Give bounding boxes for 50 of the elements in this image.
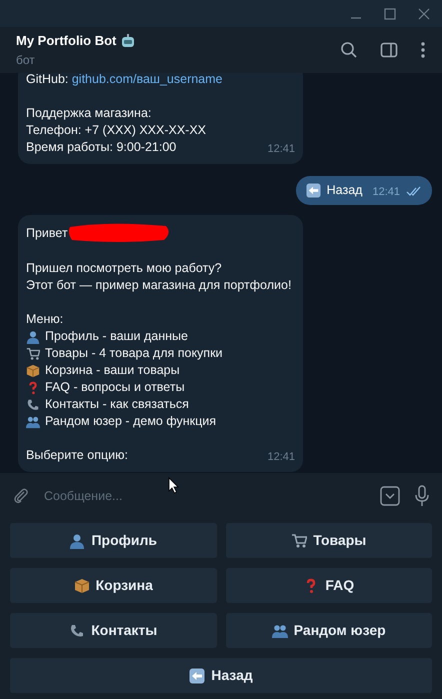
keyboard-button[interactable]: FAQ	[226, 568, 432, 603]
message-time: 12:41	[267, 450, 295, 465]
keyboard-button[interactable]: Корзина	[10, 568, 216, 603]
chat-title: My Portfolio Bot	[16, 32, 116, 50]
greeting-text: Привет	[26, 224, 68, 242]
menu-heading: Меню:	[26, 311, 64, 328]
cursor-icon	[168, 477, 179, 494]
keyboard-button[interactable]: Назад	[10, 658, 432, 693]
message-line: Этот бот — пример магазина для портфолио!	[26, 277, 292, 294]
keyboard-button[interactable]: Контакты	[10, 613, 216, 648]
sidebar-toggle-icon[interactable]	[380, 41, 398, 59]
message-line: Время работы: 9:00-21:00	[26, 139, 176, 156]
menu-line: FAQ - вопросы и ответы	[45, 379, 185, 396]
robot-icon	[121, 34, 136, 48]
message-line: Поддержка магазина:	[26, 105, 152, 122]
keyboard-button[interactable]: Товары	[226, 523, 432, 558]
cart-icon	[26, 346, 40, 360]
people-icon	[26, 414, 40, 428]
phone-icon	[69, 622, 86, 638]
search-icon[interactable]	[340, 41, 358, 59]
box-icon	[26, 364, 40, 378]
message-time: 12:41	[372, 185, 400, 200]
menu-line: Контакты - как связаться	[45, 396, 189, 413]
message-line: Выберите опцию:	[26, 447, 128, 464]
chat-subtitle: бот	[16, 52, 36, 69]
menu-line: Профиль - ваши данные	[45, 328, 188, 345]
keyboard-button[interactable]: Рандом юзер	[226, 613, 432, 648]
menu-line: Рандом юзер - демо функция	[45, 413, 216, 430]
person-icon	[26, 330, 40, 344]
close-icon[interactable]	[418, 8, 430, 20]
maximize-icon[interactable]	[384, 8, 396, 20]
message-line: Телефон: +7 (XXX) XXX-XX-XX	[26, 122, 206, 139]
person-icon	[69, 532, 86, 548]
message-text: Назад	[326, 182, 362, 200]
phone-icon	[26, 398, 40, 412]
people-icon	[272, 622, 288, 638]
menu-line: Корзина - ваши товары	[45, 362, 180, 379]
microphone-icon[interactable]	[414, 485, 430, 507]
paperclip-icon[interactable]	[12, 487, 30, 505]
box-icon	[74, 578, 90, 594]
message-line: Пришел посмотреть мою работу?	[26, 260, 222, 277]
keyboard-button[interactable]: Профиль	[10, 523, 216, 558]
message-time: 12:41	[267, 142, 295, 157]
menu-line: Товары - 4 товара для покупки	[45, 345, 223, 362]
cart-icon	[291, 532, 308, 548]
message-line: GitHub:	[26, 73, 70, 88]
keyboard-toggle-icon[interactable]	[380, 486, 400, 506]
more-menu-icon[interactable]	[420, 41, 426, 59]
github-link[interactable]: github.com/ваш_username	[72, 73, 222, 88]
message-input[interactable]: Сообщение...	[44, 481, 366, 511]
